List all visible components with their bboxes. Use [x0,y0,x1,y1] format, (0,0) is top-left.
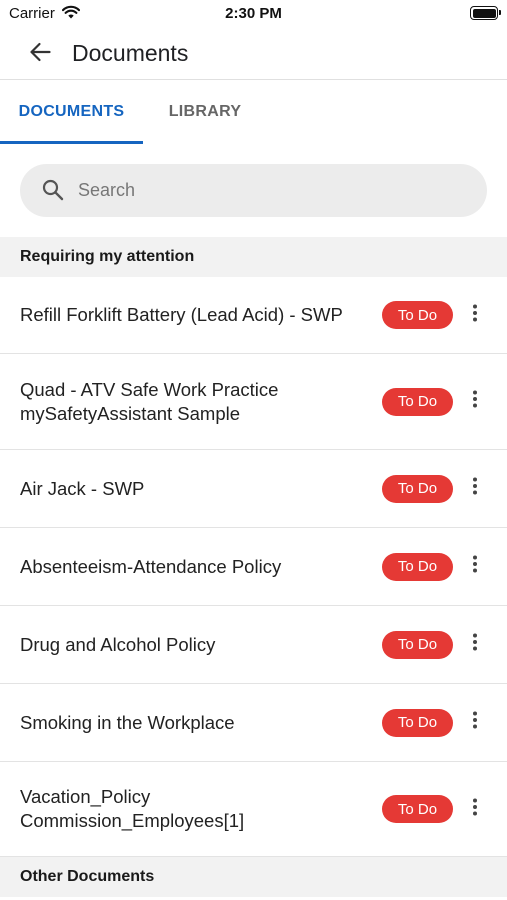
document-row[interactable]: Air Jack - SWP To Do [0,450,507,528]
tab-indicator [0,141,143,144]
page-title: Documents [72,40,189,66]
more-options-button[interactable] [462,552,488,582]
document-title: Smoking in the Workplace [20,711,235,733]
more-options-button[interactable] [462,794,488,824]
status-badge: To Do [382,708,453,737]
more-options-button[interactable] [462,630,488,660]
section-header-other: Other Documents [0,857,507,897]
document-row[interactable]: Drug and Alcohol Policy To Do [0,606,507,684]
document-title: Drug and Alcohol Policy [20,633,216,655]
search-input[interactable] [78,164,458,217]
document-row[interactable]: Absenteeism-Attendance Policy To Do [0,528,507,606]
status-badge: To Do [382,474,453,503]
more-vertical-icon [472,555,478,578]
battery-icon [470,6,501,20]
status-badge: To Do [382,552,453,581]
search-bar[interactable] [20,164,487,217]
document-row[interactable]: Smoking in the Workplace To Do [0,684,507,762]
status-badge: To Do [382,630,453,659]
more-vertical-icon [472,304,478,327]
document-row[interactable]: Vacation_Policy Commission_Employees[1] … [0,762,507,857]
document-title: Quad - ATV Safe Work Practice mySafetyAs… [20,378,279,424]
more-options-button[interactable] [462,474,488,504]
more-options-button[interactable] [462,708,488,738]
document-title: Vacation_Policy Commission_Employees[1] [20,786,245,831]
document-title: Refill Forklift Battery (Lead Acid) - SW… [20,304,343,325]
status-badge: To Do [382,387,453,416]
more-vertical-icon [472,477,478,500]
back-button[interactable] [22,38,58,70]
more-vertical-icon [472,798,478,821]
status-bar: Carrier 2:30 PM [0,0,507,28]
arrow-back-icon [29,42,51,67]
tab-bar: DOCUMENTS LIBRARY [0,80,507,144]
document-title: Absenteeism-Attendance Policy [20,555,282,577]
app-bar: Documents [0,28,507,80]
document-row[interactable]: Refill Forklift Battery (Lead Acid) - SW… [0,277,507,354]
more-vertical-icon [472,711,478,734]
more-options-button[interactable] [462,387,488,417]
status-badge: To Do [382,795,453,823]
section-header-attention: Requiring my attention [0,237,507,277]
tab-library[interactable]: LIBRARY [143,80,267,144]
status-badge: To Do [382,301,453,329]
more-vertical-icon [472,390,478,413]
more-options-button[interactable] [462,300,488,330]
document-row[interactable]: Quad - ATV Safe Work Practice mySafetyAs… [0,354,507,450]
document-title: Air Jack - SWP [20,477,145,499]
status-time: 2:30 PM [225,5,282,22]
more-vertical-icon [472,633,478,656]
tab-documents[interactable]: DOCUMENTS [0,80,143,144]
search-icon [42,179,64,206]
